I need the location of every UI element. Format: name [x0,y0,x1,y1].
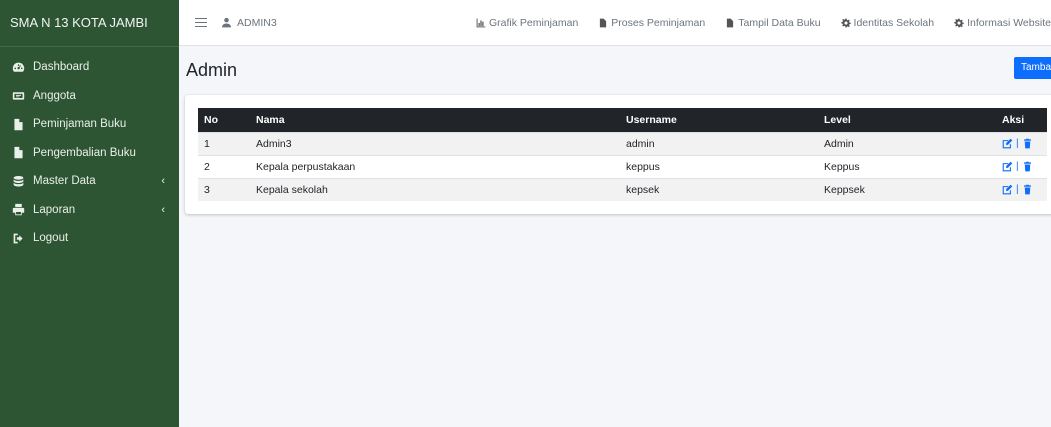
trash-icon[interactable] [1022,138,1033,149]
column-header-username: Username [626,113,677,126]
sidebar-item-label: Anggota [33,89,76,102]
column-header-nama: Nama [256,113,285,126]
sidebar-item-dashboard[interactable]: Dashboard [0,53,179,82]
table-row: 3 Kepala sekolah kepsek Keppsek | [198,177,1047,201]
trash-icon[interactable] [1022,161,1033,172]
cell-actions: | [996,177,1047,201]
add-button[interactable]: Tambah [1014,57,1051,79]
sidebar-item-label: Peminjaman Buku [33,118,127,131]
cell-actions: | [996,154,1047,178]
cell-no: 3 [198,177,250,201]
nav-link-label: Proses Peminjaman [611,17,706,29]
table-row: 2 Kepala perpustakaan keppus Keppus | [198,154,1047,178]
nav-link-label: Grafik Peminjaman [489,17,579,29]
cog-icon [954,18,964,28]
top-navbar: ADMIN3 Grafik Peminjaman Proses Peminjam… [179,0,1051,46]
nav-link-label: Identitas Sekolah [853,17,935,29]
action-separator: | [1016,138,1019,149]
column-header-aksi: Aksi [1002,113,1025,126]
column-header-level: Level [824,113,851,126]
sign-out-icon [12,232,25,245]
table-header-row: No Nama Username Level Aksi [198,108,1047,132]
edit-icon[interactable] [1002,161,1013,172]
sidebar-item-label: Master Data [33,175,96,188]
sidebar: SMA N 13 KOTA JAMBI Dashboard Anggota Pe… [0,0,179,427]
cell-actions: | [996,131,1047,155]
nav-tampil-data-buku[interactable]: Tampil Data Buku [725,17,821,29]
hamburger-menu-icon[interactable] [195,15,207,30]
chevron-left-icon: ‹ [161,175,165,188]
trash-icon[interactable] [1022,184,1033,195]
file-icon [12,118,25,131]
user-menu[interactable]: ADMIN3 [221,17,277,29]
cog-icon [840,18,851,28]
tachometer-icon [12,61,25,74]
user-name: ADMIN3 [237,16,277,29]
sidebar-menu: Dashboard Anggota Peminjaman Buku Pengem… [0,47,179,253]
nav-grafik-peminjaman[interactable]: Grafik Peminjaman [476,17,578,29]
sidebar-item-anggota[interactable]: Anggota [0,82,179,111]
nav-identitas-sekolah[interactable]: Identitas Sekolah [840,17,935,29]
cell-level: Keppus [818,154,996,178]
sidebar-item-logout[interactable]: Logout [0,224,179,253]
brand-title[interactable]: SMA N 13 KOTA JAMBI [0,0,179,47]
user-icon [222,17,231,28]
table-row: 1 Admin3 admin Admin | [198,131,1047,155]
page-title: Admin [186,60,238,80]
sidebar-item-label: Pengembalian Buku [33,146,136,159]
print-icon [12,203,25,216]
nav-link-label: Tampil Data Buku [738,17,821,29]
cell-no: 2 [198,154,250,178]
nav-proses-peminjaman[interactable]: Proses Peminjaman [598,17,705,29]
cell-nama: Kepala perpustakaan [250,154,620,178]
nav-informasi-website[interactable]: Informasi Website [954,17,1051,29]
cell-username: keppus [620,154,818,178]
sidebar-item-peminjaman-buku[interactable]: Peminjaman Buku [0,110,179,139]
cell-level: Admin [818,131,996,155]
cell-username: kepsek [620,177,818,201]
chart-icon [476,18,486,28]
cell-nama: Kepala sekolah [250,177,620,201]
database-icon [12,175,25,188]
cell-level: Keppsek [818,177,996,201]
file-icon [600,18,607,28]
sidebar-item-label: Laporan [33,203,76,216]
action-separator: | [1016,161,1019,172]
id-card-icon [12,89,25,102]
sidebar-item-label: Logout [33,232,69,245]
cell-no: 1 [198,131,250,155]
sidebar-item-master-data[interactable]: Master Data ‹ [0,167,179,196]
sidebar-item-pengembalian-buku[interactable]: Pengembalian Buku [0,139,179,168]
admin-table-card: No Nama Username Level Aksi 1 Admin3 adm… [185,95,1051,214]
file-icon [727,18,734,28]
cell-username: admin [620,131,818,155]
edit-icon[interactable] [1002,138,1013,149]
chevron-left-icon: ‹ [161,203,165,216]
cell-nama: Admin3 [250,131,620,155]
edit-icon[interactable] [1002,184,1013,195]
action-separator: | [1016,184,1019,195]
nav-link-label: Informasi Website [967,17,1051,29]
admin-table: No Nama Username Level Aksi 1 Admin3 adm… [198,108,1047,201]
sidebar-item-label: Dashboard [33,61,90,74]
file-icon [12,146,25,159]
top-nav-links: Grafik Peminjaman Proses Peminjaman Tamp… [476,0,1051,46]
column-header-no: No [204,113,218,126]
sidebar-item-laporan[interactable]: Laporan ‹ [0,196,179,225]
